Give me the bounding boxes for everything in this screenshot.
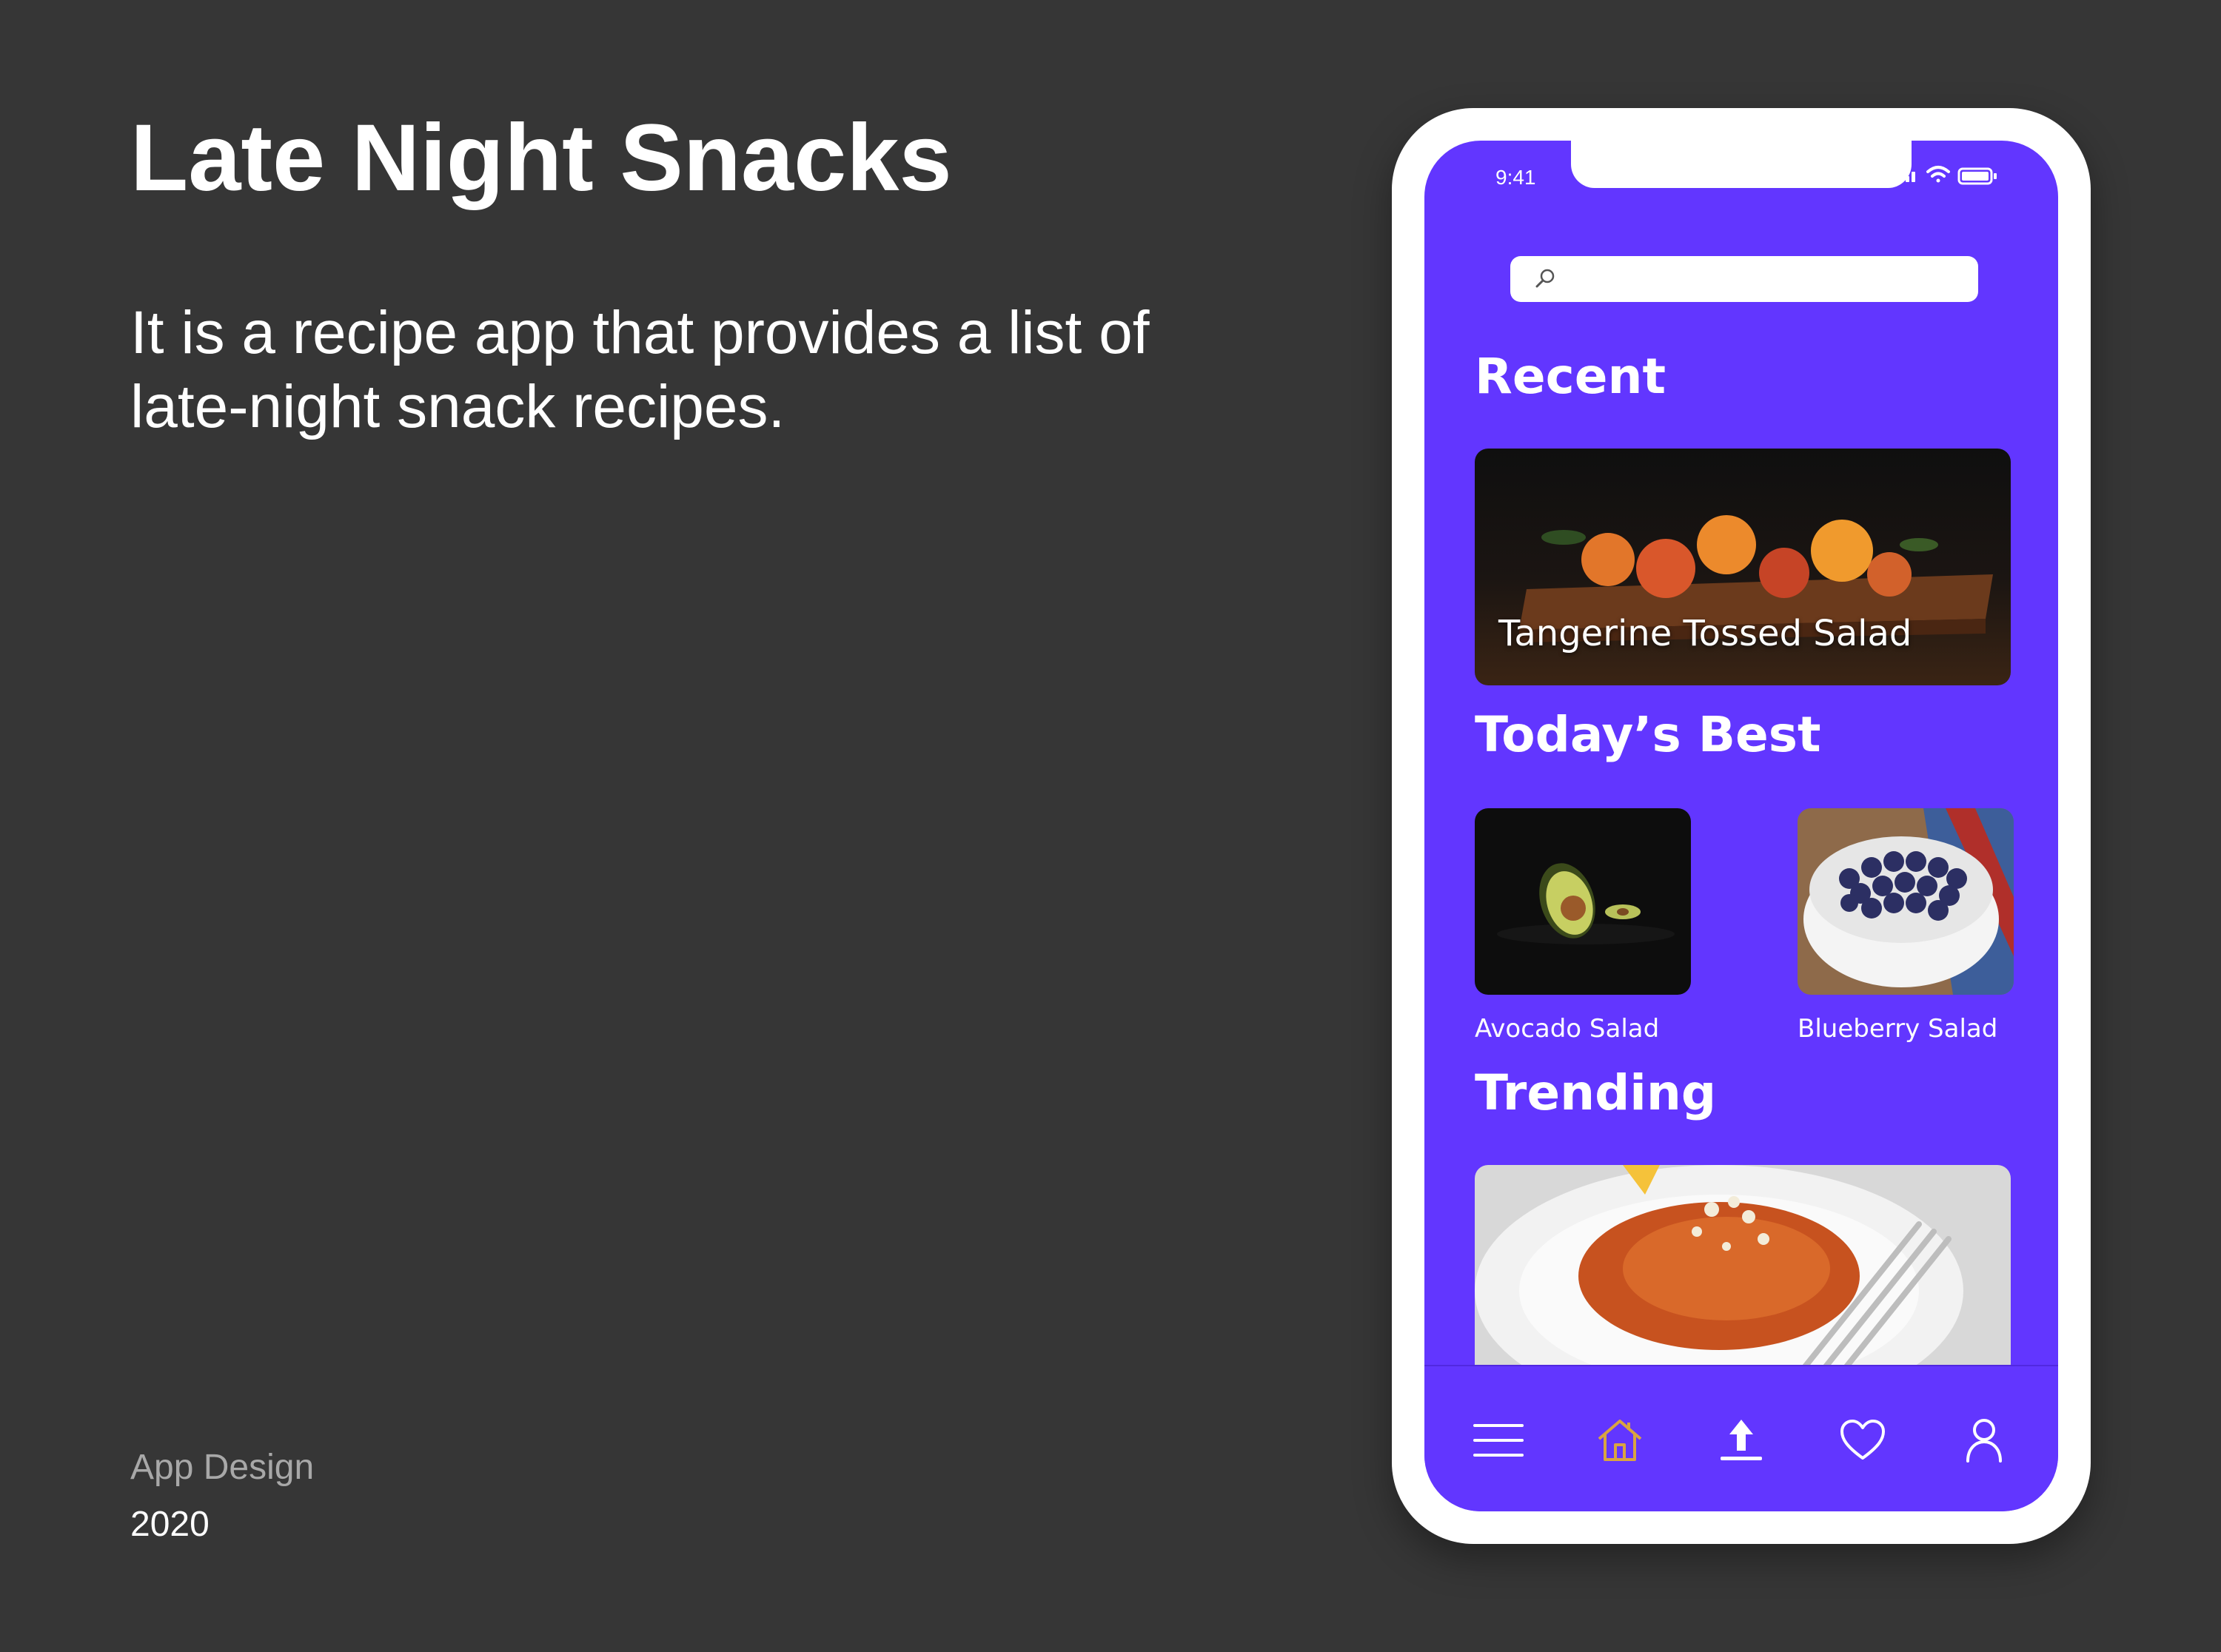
upload-icon: [1721, 1420, 1762, 1460]
home-icon: [1598, 1420, 1642, 1461]
section-title-recent: Recent: [1475, 348, 1666, 405]
section-title-todays-best: Today’s Best: [1475, 706, 1821, 763]
blueberry-salad-card[interactable]: [1798, 808, 2014, 995]
recent-recipe-label: Tangerine Tossed Salad: [1498, 613, 1912, 654]
avocado-salad-card[interactable]: [1475, 808, 1691, 995]
search-bar[interactable]: [1510, 256, 1978, 302]
tab-upload[interactable]: [1712, 1411, 1771, 1470]
bottom-tab-bar: [1424, 1365, 2058, 1511]
status-time: 9:41: [1495, 166, 1536, 189]
section-title-trending: Trending: [1475, 1064, 1717, 1121]
slide-title: Late Night Snacks: [130, 105, 952, 211]
phone-mockup: 9:41 Recent Tangerine Tossed Salad Today…: [1392, 108, 2091, 1544]
wifi-icon: [1926, 166, 1950, 183]
search-icon: [1535, 269, 1555, 288]
tab-menu[interactable]: [1469, 1411, 1528, 1470]
blueberry-salad-photo: [1798, 808, 2014, 995]
menu-icon: [1473, 1424, 1524, 1457]
project-category: App Design: [130, 1448, 315, 1487]
tab-favorites[interactable]: [1833, 1411, 1892, 1470]
app-screen: 9:41 Recent Tangerine Tossed Salad Today…: [1424, 141, 2058, 1511]
signal-icon: [1906, 172, 1915, 182]
profile-icon: [1966, 1419, 2002, 1463]
avocado-salad-photo: [1475, 808, 1691, 995]
project-year: 2020: [130, 1505, 210, 1544]
blueberry-salad-label: Blueberry Salad: [1798, 1014, 1998, 1044]
slide-description: It is a recipe app that provides a list …: [130, 299, 1150, 440]
spaghetti-photo: [1475, 1165, 2011, 1387]
tab-profile[interactable]: [1954, 1411, 2014, 1470]
battery-icon: [1957, 167, 1997, 185]
tab-home[interactable]: [1590, 1411, 1649, 1470]
trending-recipe-card[interactable]: [1475, 1165, 2011, 1387]
avocado-salad-label: Avocado Salad: [1475, 1014, 1660, 1044]
phone-notch: [1571, 141, 1912, 188]
status-icons: [1906, 166, 1997, 185]
recent-recipe-card[interactable]: Tangerine Tossed Salad: [1475, 449, 2011, 685]
heart-icon: [1840, 1420, 1885, 1460]
